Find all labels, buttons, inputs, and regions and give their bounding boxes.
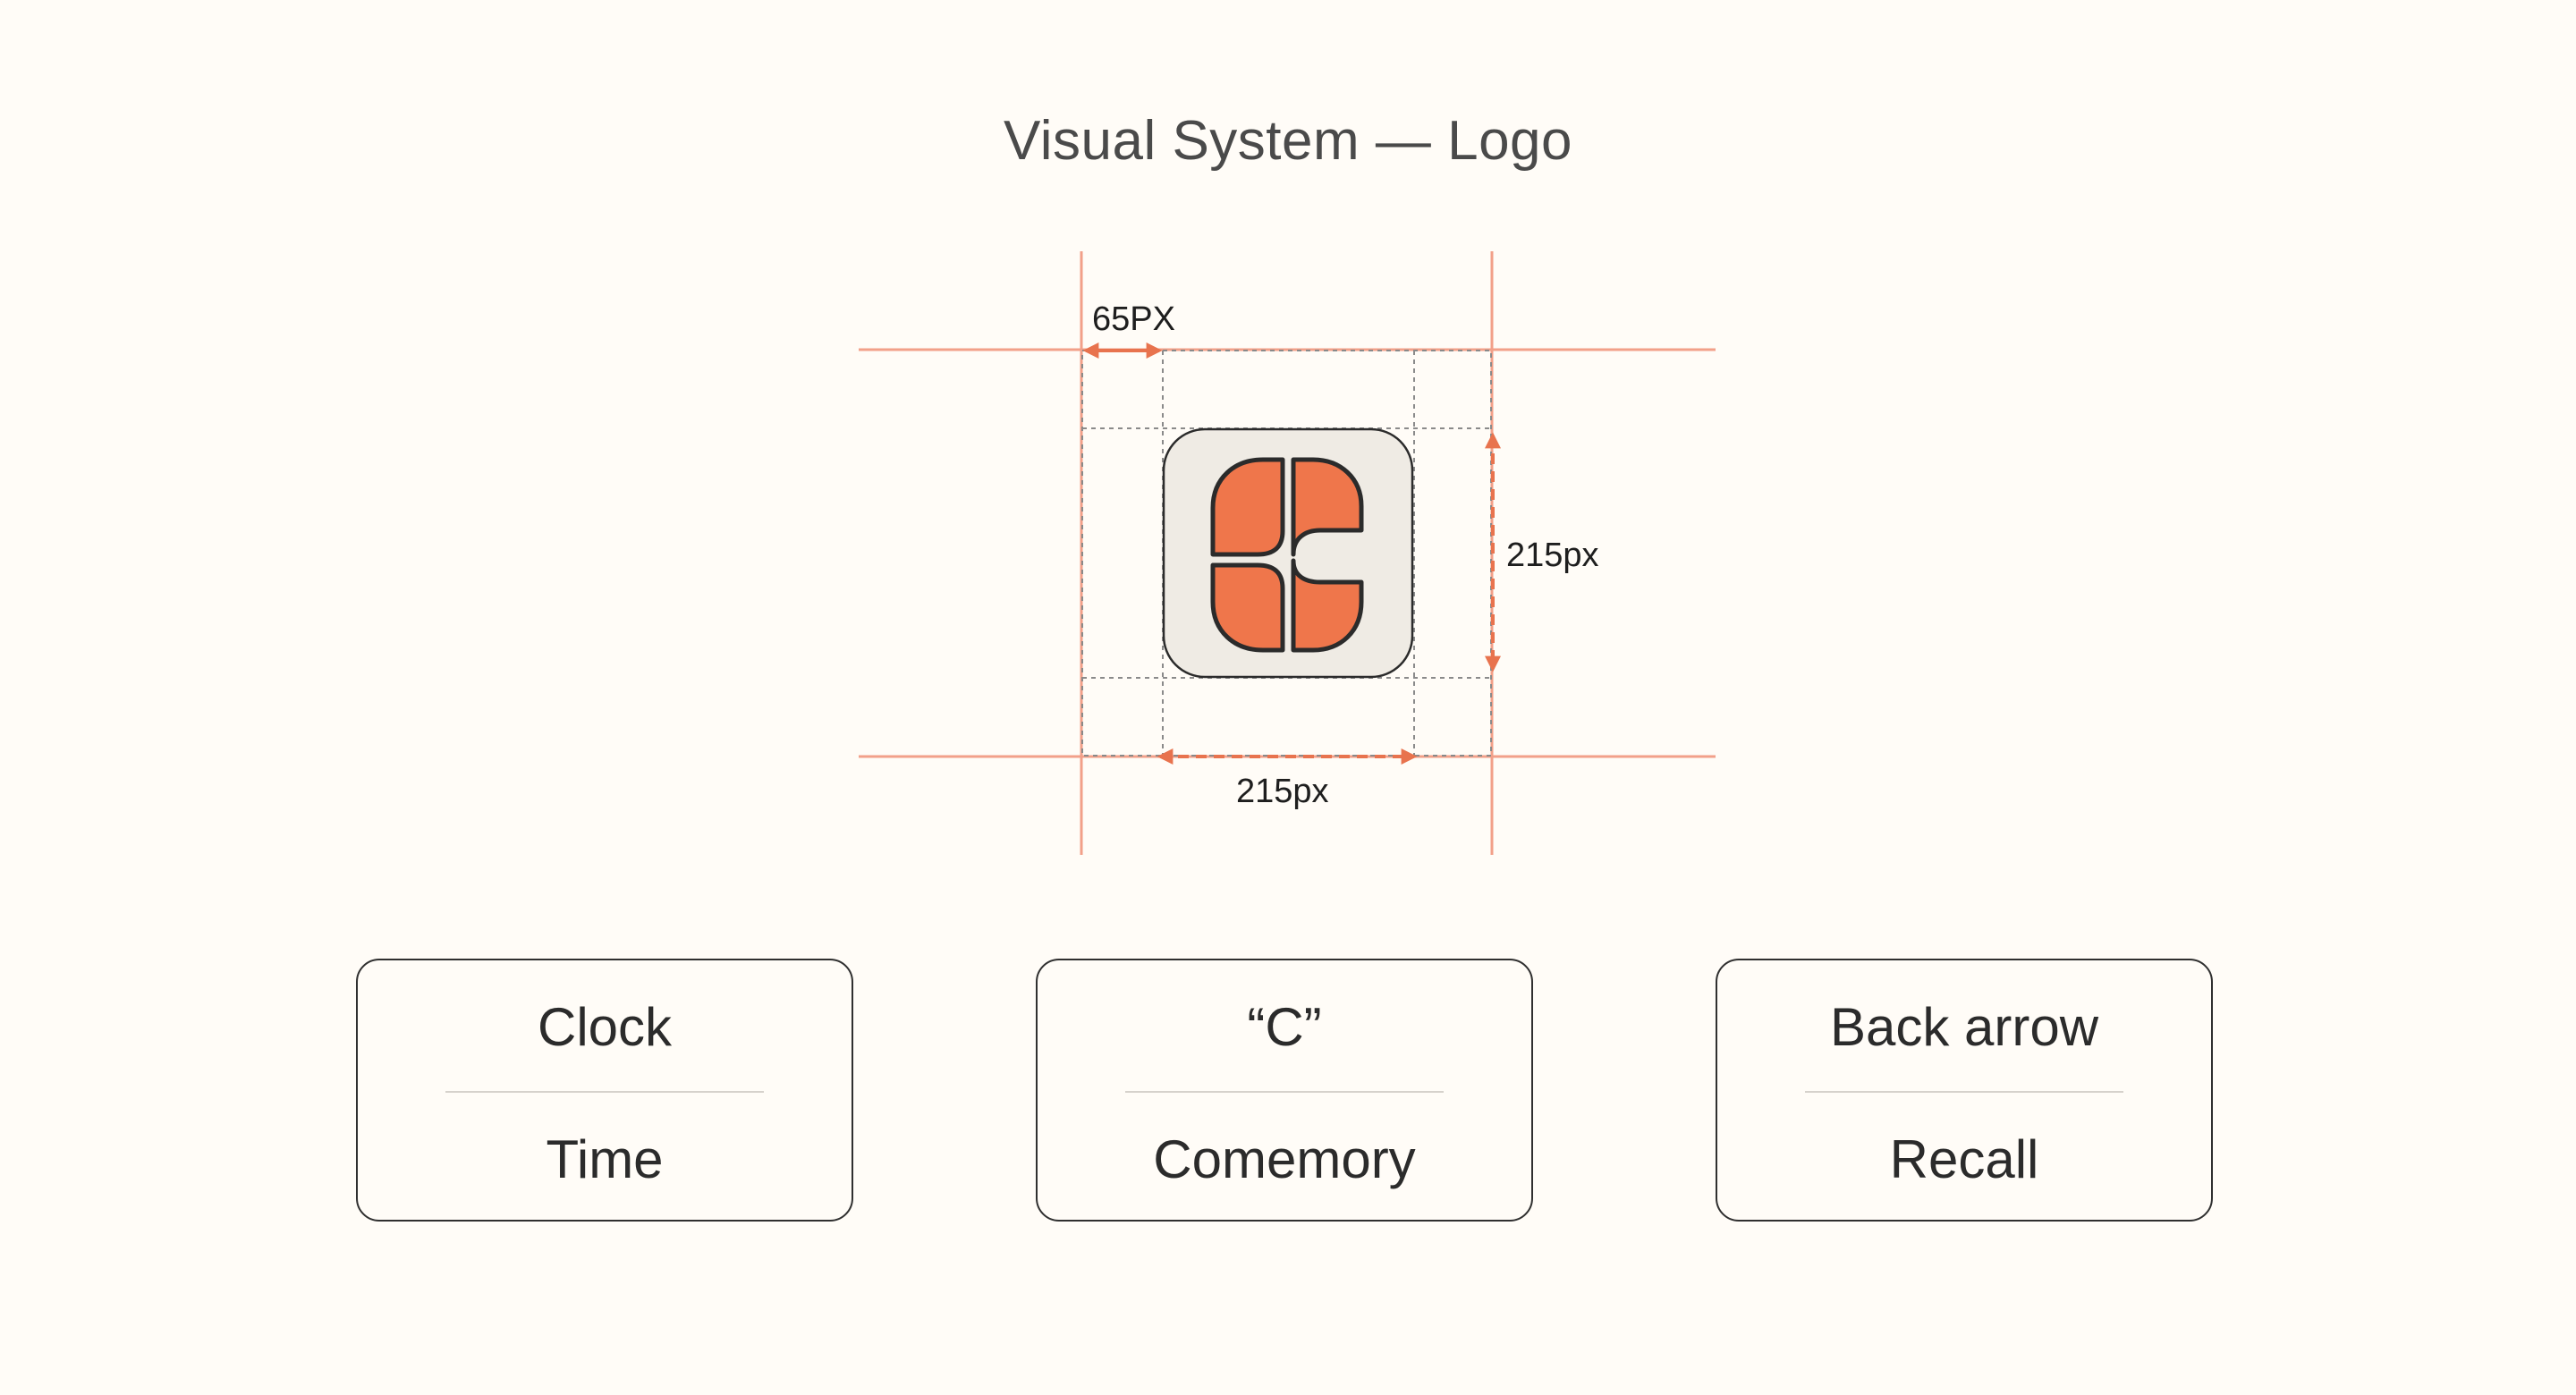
height-dimension: 215px <box>1485 432 1599 672</box>
margin-dimension: 65PX <box>1082 300 1175 359</box>
card-clock-divider <box>445 1091 764 1093</box>
card-back-arrow-meaning: Recall <box>1889 1129 2039 1189</box>
logo-tile <box>1162 427 1414 679</box>
width-dimension: 215px <box>1157 748 1418 810</box>
card-c-letter-meaning: Comemory <box>1153 1129 1416 1189</box>
width-label: 215px <box>1236 773 1329 810</box>
card-back-arrow-divider <box>1805 1091 2123 1093</box>
margin-label: 65PX <box>1092 300 1175 338</box>
card-back-arrow-symbol: Back arrow <box>1829 997 2099 1057</box>
height-label: 215px <box>1506 537 1599 574</box>
card-clock-meaning: Time <box>546 1129 664 1189</box>
card-c-letter-symbol: “C” <box>1247 997 1322 1057</box>
card-clock: Clock Time <box>356 959 853 1222</box>
card-c-letter-divider <box>1125 1091 1444 1093</box>
card-clock-symbol: Clock <box>537 997 673 1057</box>
card-c-letter: “C” Comemory <box>1036 959 1533 1222</box>
logo-app-icon <box>1162 427 1414 679</box>
card-back-arrow: Back arrow Recall <box>1716 959 2213 1222</box>
